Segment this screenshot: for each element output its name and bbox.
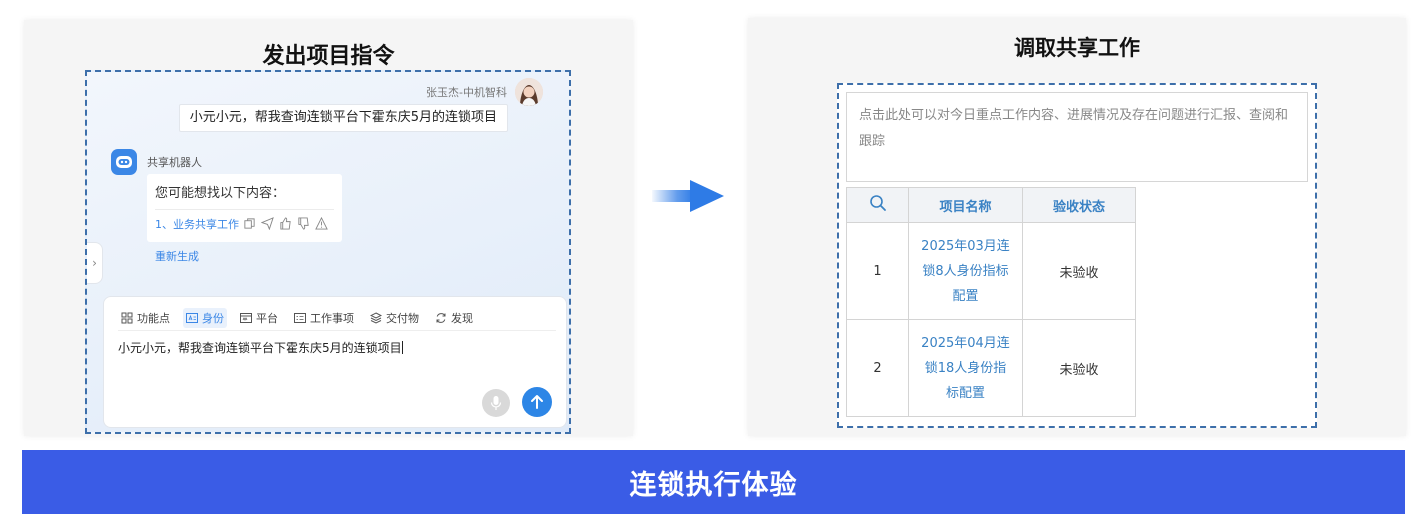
warning-icon[interactable] [315,217,329,231]
regenerate-link[interactable]: 重新生成 [155,248,199,264]
acceptance-status: 未验收 [1022,222,1136,320]
task-icon [294,312,306,323]
row-index: 1 [846,222,909,320]
copy-icon[interactable] [243,217,257,231]
chevron-right-icon: › [92,256,97,270]
user-message-bubble: 小元小元，帮我查询连锁平台下霍东庆5月的连锁项目 [178,104,508,132]
chat-input-value: 小元小元，帮我查询连锁平台下霍东庆5月的连锁项目 [118,341,402,355]
tool-function-points[interactable]: 功能点 [118,308,173,328]
tool-platform[interactable]: 平台 [237,308,281,328]
chat-input-box[interactable]: 功能点 身份 平台 工作事项 交付物 发现 小元小元，帮我查询连锁平台下霍东庆5… [103,296,567,428]
panel-title-instruction: 发出项目指令 [262,44,395,69]
thumbs-up-icon[interactable] [279,217,293,231]
bot-name: 共享机器人 [147,156,202,169]
thumbs-down-icon[interactable] [297,217,311,231]
platform-icon [240,312,252,323]
table-search-header[interactable] [846,187,909,223]
microphone-button[interactable] [482,389,510,417]
bot-reply-lead: 您可能想找以下内容： [155,182,334,210]
bot-reply-card: 您可能想找以下内容： 1、业务共享工作 [147,174,342,242]
refresh-icon [436,312,446,323]
acceptance-status: 未验收 [1022,319,1136,417]
table-row: 1 2025年03月连锁8人身份指标配置 未验收 [846,222,1136,320]
share-icon[interactable] [261,217,275,231]
shared-work-panel: 调取共享工作 点击此处可以对今日重点工作内容、进展情况及存在问题进行汇报、查阅和… [748,18,1406,436]
banner-title: 连锁执行体验 [629,469,798,501]
report-hint-box[interactable]: 点击此处可以对今日重点工作内容、进展情况及存在问题进行汇报、查阅和跟踪 [846,92,1308,182]
tool-label: 平台 [256,311,278,325]
column-header-project-name: 项目名称 [908,187,1023,223]
panel-title-shared-work: 调取共享工作 [1014,36,1140,60]
tool-identity[interactable]: 身份 [183,307,227,328]
flow-arrow-icon [652,178,724,214]
grid-icon [121,312,133,323]
chat-input-field[interactable]: 小元小元，帮我查询连锁平台下霍东庆5月的连锁项目 [118,339,403,356]
row-index: 2 [846,319,909,417]
report-hint-text: 点击此处可以对今日重点工作内容、进展情况及存在问题进行汇报、查阅和跟踪 [859,108,1289,149]
microphone-icon [490,396,502,410]
input-toolbar: 功能点 身份 平台 工作事项 交付物 发现 [118,305,556,331]
search-icon [869,195,886,211]
column-header-acceptance-status: 验收状态 [1022,187,1136,223]
project-name-link[interactable]: 2025年04月连锁18人身份指标配置 [908,319,1023,417]
tool-work-items[interactable]: 工作事项 [291,308,357,328]
user-name: 张玉杰-中机智科 [426,86,507,99]
project-name-link[interactable]: 2025年03月连锁8人身份指标配置 [908,222,1023,320]
tool-label: 身份 [202,311,224,325]
send-button[interactable] [522,387,552,417]
tool-deliverables[interactable]: 交付物 [367,308,422,328]
layers-icon [370,311,382,324]
arrow-up-icon [531,395,543,409]
text-caret [401,341,403,354]
user-avatar-icon [515,78,543,106]
tool-label: 工作事项 [310,311,354,325]
user-avatar [515,78,543,106]
table-header-row: 项目名称 验收状态 [846,187,1136,223]
tool-label: 发现 [451,311,473,325]
table-row: 2 2025年04月连锁18人身份指标配置 未验收 [846,319,1136,417]
id-card-icon [186,312,198,323]
tool-label: 交付物 [386,311,419,325]
tool-label: 功能点 [137,311,170,325]
project-table: 项目名称 验收状态 1 2025年03月连锁8人身份指标配置 未验收 2 202… [846,187,1136,417]
robot-icon [111,149,137,175]
tool-discover[interactable]: 发现 [432,308,476,328]
instruction-panel: 发出项目指令 张玉杰-中机智科 小元小元，帮我查询连锁平台下霍东庆5月的连锁项目… [24,20,633,436]
bot-reply-link[interactable]: 1、业务共享工作 [155,216,239,232]
sidebar-toggle[interactable]: › [87,242,103,284]
report-frame: 点击此处可以对今日重点工作内容、进展情况及存在问题进行汇报、查阅和跟踪 项目名称… [837,83,1317,428]
bottom-banner: 连锁执行体验 [22,450,1405,514]
chat-window: 张玉杰-中机智科 小元小元，帮我查询连锁平台下霍东庆5月的连锁项目 共享机器人 … [85,70,571,434]
